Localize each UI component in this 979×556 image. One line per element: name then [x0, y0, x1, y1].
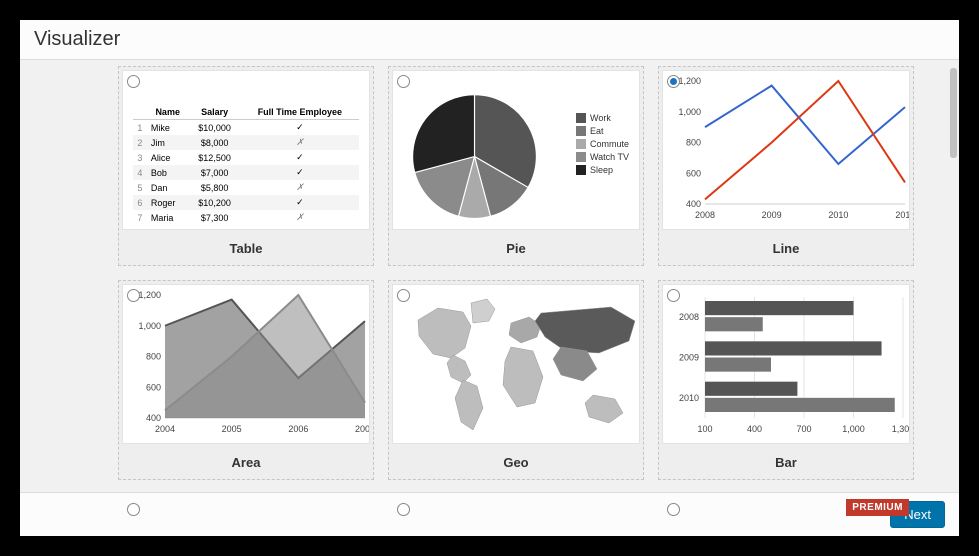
card-label-line: Line [659, 233, 913, 265]
scrollbar-thumb[interactable] [950, 68, 957, 158]
svg-text:800: 800 [146, 352, 161, 362]
svg-text:2010: 2010 [679, 393, 699, 403]
app-window: Visualizer Name Salary Full Time Employe… [20, 20, 959, 536]
svg-text:1,300: 1,300 [892, 424, 910, 434]
preview-geo [392, 284, 640, 444]
sample-table: Name Salary Full Time Employee 1Mike$10,… [133, 105, 359, 225]
chart-type-card-table[interactable]: Name Salary Full Time Employee 1Mike$10,… [118, 66, 374, 266]
window-title: Visualizer [20, 20, 959, 60]
preview-pie: WorkEatCommuteWatch TVSleep [392, 70, 640, 230]
svg-text:600: 600 [686, 168, 701, 178]
radio-bar[interactable] [667, 289, 680, 302]
chart-type-grid: Name Salary Full Time Employee 1Mike$10,… [118, 60, 941, 524]
preview-line: 400 600 800 1,000 1,200 2008 2009 2010 2011 [662, 70, 910, 230]
svg-text:2009: 2009 [762, 210, 782, 220]
svg-text:1,200: 1,200 [138, 290, 161, 300]
radio-partial-1[interactable] [127, 503, 140, 516]
svg-text:700: 700 [796, 424, 811, 434]
svg-text:1,000: 1,000 [138, 321, 161, 331]
svg-text:1,200: 1,200 [678, 76, 701, 86]
radio-partial-3[interactable] [667, 503, 680, 516]
preview-table: Name Salary Full Time Employee 1Mike$10,… [122, 70, 370, 230]
chart-type-card-bar[interactable]: 100 400 700 1,000 1,300 2008 2009 2010 Bar [658, 280, 914, 480]
preview-bar: 100 400 700 1,000 1,300 2008 2009 2010 [662, 284, 910, 444]
svg-text:2010: 2010 [828, 210, 848, 220]
card-label-pie: Pie [389, 233, 643, 265]
svg-text:400: 400 [747, 424, 762, 434]
chart-type-card-pie[interactable]: WorkEatCommuteWatch TVSleep Pie [388, 66, 644, 266]
svg-text:800: 800 [686, 138, 701, 148]
preview-area: 400 600 800 1,000 1,200 2004 2005 2006 2007 [122, 284, 370, 444]
pie-legend: WorkEatCommuteWatch TVSleep [576, 113, 629, 178]
chart-type-grid-viewport: Name Salary Full Time Employee 1Mike$10,… [20, 60, 959, 536]
svg-text:100: 100 [697, 424, 712, 434]
svg-text:2008: 2008 [695, 210, 715, 220]
svg-text:2008: 2008 [679, 312, 699, 322]
svg-text:400: 400 [146, 413, 161, 423]
svg-text:2007: 2007 [355, 424, 370, 434]
card-label-geo: Geo [389, 447, 643, 479]
premium-badge: PREMIUM [846, 499, 909, 516]
dialog-footer: Next [20, 492, 959, 536]
radio-area[interactable] [127, 289, 140, 302]
radio-geo[interactable] [397, 289, 410, 302]
svg-text:1,000: 1,000 [842, 424, 865, 434]
svg-text:2006: 2006 [288, 424, 308, 434]
svg-text:2004: 2004 [155, 424, 175, 434]
radio-line[interactable] [667, 75, 680, 88]
svg-text:1,000: 1,000 [678, 107, 701, 117]
card-label-area: Area [119, 447, 373, 479]
svg-text:2011: 2011 [895, 210, 910, 220]
card-label-table: Table [119, 233, 373, 265]
chart-type-card-line[interactable]: 400 600 800 1,000 1,200 2008 2009 2010 2011 Line [658, 66, 914, 266]
chart-type-card-geo[interactable]: Geo [388, 280, 644, 480]
svg-text:2009: 2009 [679, 353, 699, 363]
svg-text:400: 400 [686, 199, 701, 209]
radio-partial-2[interactable] [397, 503, 410, 516]
radio-table[interactable] [127, 75, 140, 88]
chart-type-card-area[interactable]: 400 600 800 1,000 1,200 2004 2005 2006 2007 Area [118, 280, 374, 480]
svg-text:2005: 2005 [222, 424, 242, 434]
svg-text:600: 600 [146, 382, 161, 392]
radio-pie[interactable] [397, 75, 410, 88]
card-label-bar: Bar [659, 447, 913, 479]
